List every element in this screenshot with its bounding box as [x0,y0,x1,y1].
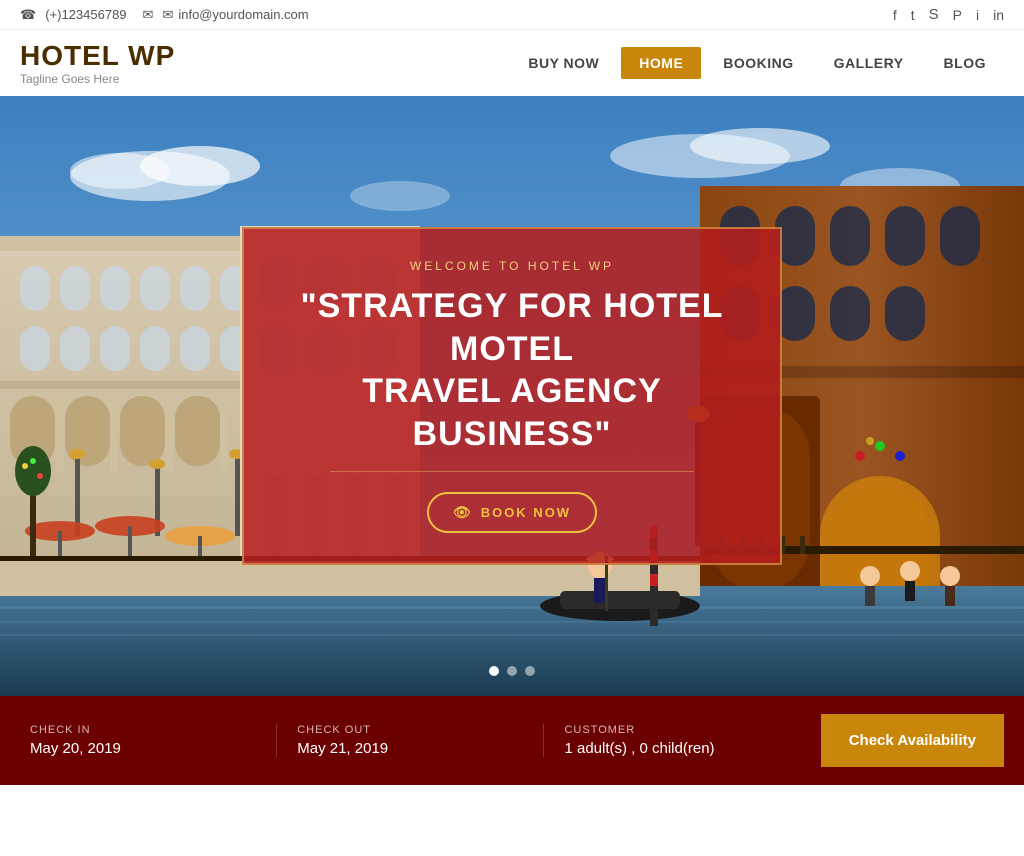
book-now-button[interactable]: 👁 BOOK NOW [427,492,597,533]
skype-icon[interactable]: S [929,6,939,23]
checkout-label: CHECK OUT [297,724,523,736]
booking-bar: CHECK IN May 20, 2019 CHECK OUT May 21, … [0,696,1024,785]
email-icon: ✉ [143,7,174,23]
book-now-label: BOOK NOW [481,505,571,520]
top-bar: (+)123456789 ✉ info@yourdomain.com f t S… [0,0,1024,30]
nav-buy-now[interactable]: BUY NOW [510,47,617,79]
hero-overlay-box: WELCOME TO HOTEL WP "STRATEGY FOR HOTEL … [242,227,782,565]
phone-number: (+)123456789 [45,7,126,22]
slide-dot-1[interactable] [489,666,499,676]
slider-dots [489,666,535,676]
checkin-field[interactable]: CHECK IN May 20, 2019 [20,724,277,757]
email-address: info@yourdomain.com [178,7,308,22]
checkout-value: May 21, 2019 [297,740,523,757]
logo: HOTEL WP Tagline Goes Here [20,40,175,86]
hero-title-line2: TRAVEL AGENCY BUSINESS" [362,372,662,453]
logo-title: HOTEL WP [20,40,175,72]
hero-welcome-text: WELCOME TO HOTEL WP [284,259,740,273]
customer-value: 1 adult(s) , 0 child(ren) [564,740,790,757]
instagram-icon[interactable]: i [976,7,979,23]
facebook-icon[interactable]: f [893,7,897,23]
nav-gallery[interactable]: GALLERY [816,47,922,79]
checkin-label: CHECK IN [30,724,256,736]
pinterest-icon[interactable]: P [953,7,962,23]
check-availability-button[interactable]: Check Availability [821,714,1004,767]
header: HOTEL WP Tagline Goes Here BUY NOW HOME … [0,30,1024,96]
top-bar-contacts: (+)123456789 ✉ info@yourdomain.com [20,7,309,23]
nav-blog[interactable]: BLOG [926,47,1004,79]
checkout-field[interactable]: CHECK OUT May 21, 2019 [277,724,544,757]
hero-title: "STRATEGY FOR HOTEL MOTEL TRAVEL AGENCY … [284,285,740,455]
email-contact: ✉ info@yourdomain.com [143,7,309,23]
linkedin-icon[interactable]: in [993,7,1004,23]
customer-label: CUSTOMER [564,724,790,736]
logo-tagline: Tagline Goes Here [20,72,175,86]
slide-dot-2[interactable] [507,666,517,676]
hero-title-line1: "STRATEGY FOR HOTEL MOTEL [301,287,724,368]
slide-dot-3[interactable] [525,666,535,676]
nav-home[interactable]: HOME [621,47,701,79]
twitter-icon[interactable]: t [911,7,915,23]
customer-field[interactable]: CUSTOMER 1 adult(s) , 0 child(ren) [544,724,810,757]
eye-icon: 👁 [453,504,473,521]
nav-booking[interactable]: BOOKING [705,47,811,79]
social-icons: f t S P i in [893,6,1004,23]
hero-divider [330,471,695,472]
checkin-value: May 20, 2019 [30,740,256,757]
hero-section: WELCOME TO HOTEL WP "STRATEGY FOR HOTEL … [0,96,1024,696]
phone-contact: (+)123456789 [20,7,127,23]
phone-icon [20,7,40,23]
main-nav: BUY NOW HOME BOOKING GALLERY BLOG [510,47,1004,79]
